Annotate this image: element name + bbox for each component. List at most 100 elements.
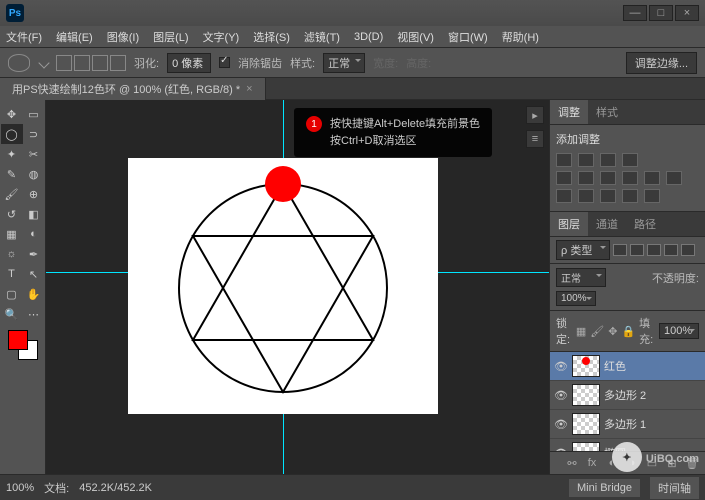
layer-row[interactable]: 👁 多边形 1 [550, 410, 705, 439]
filter-pixel-icon[interactable] [613, 244, 627, 256]
selection-mode-icons[interactable] [56, 55, 126, 71]
filter-adjust-icon[interactable] [630, 244, 644, 256]
selective-icon[interactable] [644, 189, 660, 203]
lock-pixels-icon[interactable]: 🖌 [590, 324, 604, 338]
brush-tool[interactable]: 🖌 [1, 184, 23, 204]
stamp-tool[interactable]: ⊕ [23, 184, 45, 204]
foreground-color[interactable] [8, 330, 28, 350]
timeline-tab[interactable]: 时间轴 [650, 477, 699, 499]
bw-icon[interactable] [622, 171, 638, 185]
brightness-icon[interactable] [556, 153, 572, 167]
minibridge-tab[interactable]: Mini Bridge [569, 479, 640, 497]
menu-file[interactable]: 文件(F) [6, 29, 42, 45]
lock-all-icon[interactable]: 🔒 [621, 324, 635, 338]
layer-name[interactable]: 多边形 1 [604, 416, 701, 432]
refine-edge-button[interactable]: 调整边缘... [626, 52, 697, 74]
crop-tool[interactable]: ✂ [23, 144, 45, 164]
antialias-checkbox[interactable] [219, 57, 230, 68]
threshold-icon[interactable] [600, 189, 616, 203]
menu-select[interactable]: 选择(S) [253, 29, 290, 45]
menu-view[interactable]: 视图(V) [397, 29, 434, 45]
layer-thumb[interactable] [572, 384, 600, 406]
history-panel-icon[interactable]: ▸ [526, 106, 544, 124]
document-tab[interactable]: 用PS快速绘制12色环 @ 100% (红色, RGB/8) * × [0, 78, 266, 100]
menu-edit[interactable]: 编辑(E) [56, 29, 93, 45]
dodge-tool[interactable]: ☼ [1, 244, 23, 264]
link-layers-icon[interactable]: ⚯ [565, 456, 579, 470]
menu-image[interactable]: 图像(I) [107, 29, 139, 45]
heal-tool[interactable]: ◍ [23, 164, 45, 184]
menu-layer[interactable]: 图层(L) [153, 29, 188, 45]
fill-input[interactable]: 100% [659, 323, 699, 339]
lasso-tool[interactable]: ⊃ [23, 124, 45, 144]
zoom-tool[interactable]: 🔍 [1, 304, 23, 324]
visibility-icon[interactable]: 👁 [554, 417, 568, 431]
vibrance-icon[interactable] [556, 171, 572, 185]
posterize-icon[interactable] [578, 189, 594, 203]
type-tool[interactable]: T [1, 264, 23, 284]
tool-preset-icon[interactable] [8, 54, 30, 72]
blend-mode-select[interactable]: 正常 [556, 268, 606, 287]
lock-position-icon[interactable]: ✥ [608, 324, 617, 338]
tab-adjustments[interactable]: 调整 [550, 100, 588, 124]
eyedropper-tool[interactable]: ✎ [1, 164, 23, 184]
photo-filter-icon[interactable] [644, 171, 660, 185]
mixer-icon[interactable] [666, 171, 682, 185]
style-select[interactable]: 正常 [323, 53, 365, 73]
path-tool[interactable]: ↖ [23, 264, 45, 284]
maximize-button[interactable]: □ [649, 5, 673, 21]
wand-tool[interactable]: ✦ [1, 144, 23, 164]
tab-styles[interactable]: 样式 [588, 100, 626, 124]
menu-3d[interactable]: 3D(D) [354, 31, 383, 43]
layer-name[interactable]: 红色 [604, 358, 701, 374]
close-tab-icon[interactable]: × [246, 83, 252, 95]
canvas[interactable] [128, 158, 438, 414]
layer-name[interactable]: 多边形 2 [604, 387, 701, 403]
layer-thumb[interactable] [572, 355, 600, 377]
shape-tool[interactable]: ▢ [1, 284, 23, 304]
hue-icon[interactable] [578, 171, 594, 185]
curves-icon[interactable] [600, 153, 616, 167]
menu-window[interactable]: 窗口(W) [448, 29, 488, 45]
invert-icon[interactable] [556, 189, 572, 203]
filter-smart-icon[interactable] [681, 244, 695, 256]
tab-layers[interactable]: 图层 [550, 212, 588, 236]
color-swatches[interactable] [8, 330, 38, 360]
visibility-icon[interactable]: 👁 [554, 388, 568, 402]
docsize-value[interactable]: 452.2K/452.2K [79, 482, 152, 494]
history-brush-tool[interactable]: ↺ [1, 204, 23, 224]
marquee-tool[interactable]: ◯ [1, 124, 23, 144]
balance-icon[interactable] [600, 171, 616, 185]
layer-row[interactable]: 👁 多边形 2 [550, 381, 705, 410]
artboard-tool[interactable]: ▭ [23, 104, 45, 124]
blur-tool[interactable]: ◐ [23, 224, 45, 244]
layer-thumb[interactable] [572, 442, 600, 451]
tab-paths[interactable]: 路径 [626, 212, 664, 236]
layer-row[interactable]: 👁 红色 [550, 352, 705, 381]
edit-toolbar[interactable]: ⋯ [23, 304, 45, 324]
chevron-down-icon[interactable] [38, 57, 49, 68]
close-button[interactable]: × [675, 5, 699, 21]
menu-help[interactable]: 帮助(H) [502, 29, 539, 45]
feather-input[interactable]: 0 像素 [167, 53, 211, 73]
lock-transparent-icon[interactable]: ▦ [576, 324, 586, 338]
menu-filter[interactable]: 滤镜(T) [304, 29, 340, 45]
gradient-map-icon[interactable] [622, 189, 638, 203]
opacity-input[interactable]: 100% [556, 291, 596, 306]
hand-tool[interactable]: ✋ [23, 284, 45, 304]
pen-tool[interactable]: ✒ [23, 244, 45, 264]
layer-thumb[interactable] [572, 413, 600, 435]
gradient-tool[interactable]: ▦ [1, 224, 23, 244]
levels-icon[interactable] [578, 153, 594, 167]
minimize-button[interactable]: — [623, 5, 647, 21]
fx-icon[interactable]: fx [585, 456, 599, 470]
tab-channels[interactable]: 通道 [588, 212, 626, 236]
exposure-icon[interactable] [622, 153, 638, 167]
properties-panel-icon[interactable]: ≡ [526, 130, 544, 148]
eraser-tool[interactable]: ◧ [23, 204, 45, 224]
filter-shape-icon[interactable] [664, 244, 678, 256]
visibility-icon[interactable]: 👁 [554, 359, 568, 373]
zoom-value[interactable]: 100% [6, 482, 34, 494]
move-tool[interactable]: ✥ [1, 104, 23, 124]
menu-type[interactable]: 文字(Y) [203, 29, 240, 45]
